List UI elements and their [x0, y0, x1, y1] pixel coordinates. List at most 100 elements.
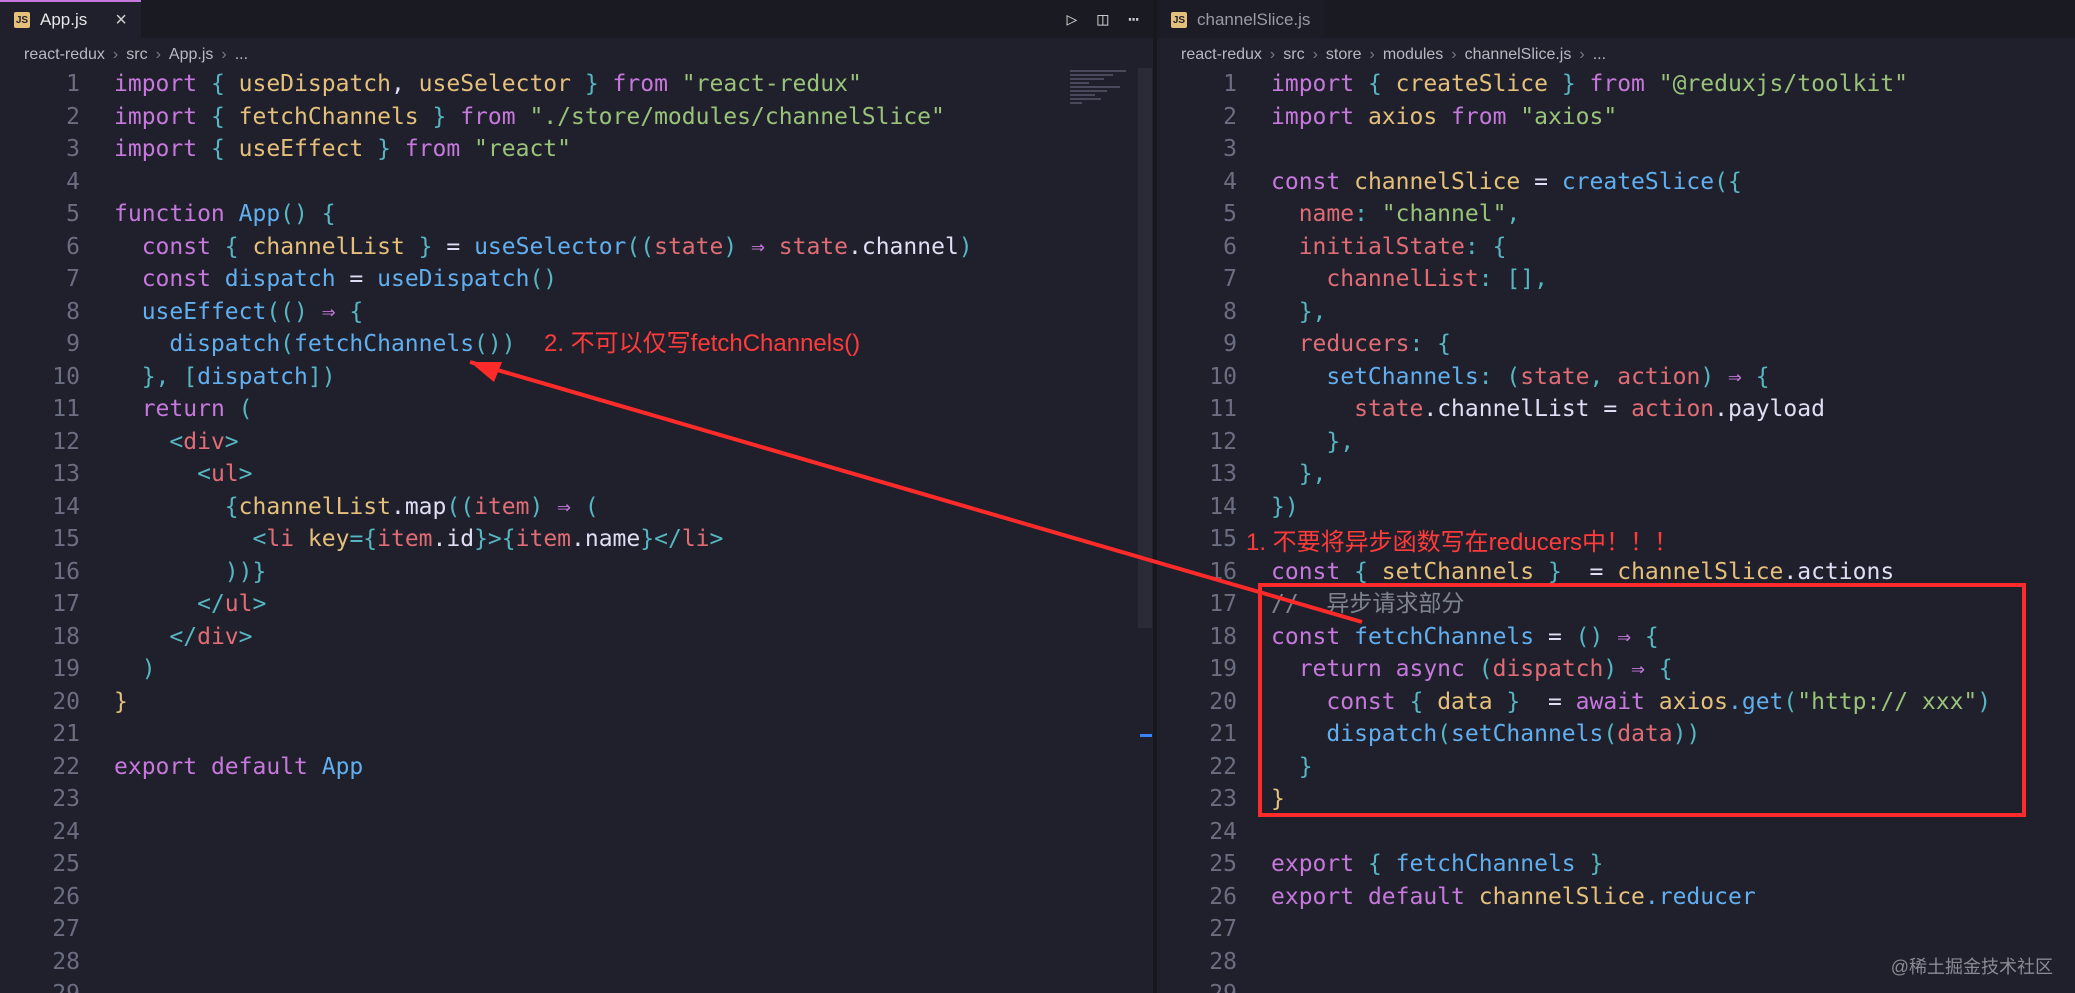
code-line[interactable]: 29 [1157, 978, 1271, 993]
breadcrumb-separator-icon: › [1451, 46, 1457, 63]
code-line[interactable]: 7 channelList: [], [1157, 263, 1548, 295]
line-number: 23 [52, 786, 80, 812]
code-line[interactable]: 28 [0, 946, 114, 978]
code-editor[interactable]: 1 import { useDispatch, useSelector } fro… [0, 68, 1153, 993]
line-number: 17 [1209, 591, 1237, 617]
code-token: ul [210, 461, 239, 487]
code-line[interactable]: 10 setChannels: (state, action) ⇒ { [1157, 361, 1769, 393]
code-line[interactable]: 24 [0, 816, 114, 848]
split-editor-icon[interactable]: ◫ [1097, 9, 1108, 30]
code-line[interactable]: 10 }, [dispatch]) [0, 361, 335, 393]
code-line[interactable]: 18 </div> [0, 621, 252, 653]
tab-app-js[interactable]: JS App.js × [0, 0, 141, 38]
code-token: < [197, 461, 211, 487]
code-token: .actions [1783, 558, 1895, 585]
code-token: }, [1298, 298, 1327, 325]
code-line[interactable]: 14 {channelList.map((item) ⇒ ( [0, 491, 598, 523]
more-icon[interactable]: ⋯ [1128, 9, 1139, 30]
code-line[interactable]: 5 name: "channel", [1157, 198, 1520, 230]
code-token: ⇒ [751, 233, 765, 260]
code-line[interactable]: 17 </ul> [0, 588, 266, 620]
tab-channelslice-js[interactable]: JS channelSlice.js [1157, 0, 1325, 38]
code-text: import { fetchChannels } from "./store/m… [114, 104, 945, 130]
code-line[interactable]: 13 <ul> [0, 458, 252, 490]
breadcrumb-item[interactable]: App.js [169, 46, 213, 64]
code-line[interactable]: 25 export { fetchChannels } [1157, 848, 1603, 880]
code-line[interactable]: 3 import { useEffect } from "react" [0, 133, 571, 165]
code-token: < [169, 428, 184, 455]
code-line[interactable]: 16 ))} [0, 556, 266, 588]
code-text: import { createSlice } from "@reduxjs/to… [1271, 71, 1908, 97]
breadcrumb-separator-icon: › [1269, 46, 1276, 63]
code-token: < [252, 526, 267, 552]
code-line[interactable]: 28 [1157, 946, 1271, 978]
code-line[interactable]: 1 import { useDispatch, useSelector } fro… [0, 68, 862, 100]
code-line[interactable]: 5 function App() { [0, 198, 336, 230]
breadcrumb-item[interactable]: modules [1383, 46, 1443, 64]
breadcrumb-item[interactable]: react-redux [1181, 46, 1262, 64]
code-line[interactable]: 26 export default channelSlice.reducer [1157, 881, 1755, 913]
code-token: useSelector [404, 71, 571, 97]
code-line[interactable]: 22 export default App [0, 751, 363, 783]
code-line[interactable]: 12 <div> [0, 426, 238, 458]
code-token: div [197, 623, 239, 650]
code-line[interactable]: 14}) [1157, 491, 1298, 523]
code-line[interactable]: 12 }, [1157, 426, 1354, 458]
code-line[interactable]: 2 import axios from "axios" [1157, 101, 1617, 133]
code-line[interactable]: 2 import { fetchChannels } from "./store/… [0, 101, 945, 133]
breadcrumb-item[interactable]: react-redux [24, 46, 105, 64]
code-line[interactable]: 11 state.channelList = action.payload [1157, 393, 1825, 425]
code-line[interactable]: 24 [1157, 816, 1271, 848]
code-line[interactable]: 4 const channelSlice = createSlice({ [1157, 166, 1742, 198]
minimap[interactable] [1070, 68, 1132, 128]
breadcrumb-item[interactable]: src [126, 46, 147, 64]
close-icon[interactable]: × [115, 9, 127, 32]
code-token: : { [1464, 233, 1507, 260]
code-line[interactable]: 3 [1157, 133, 1271, 165]
code-token: ({ [1714, 168, 1742, 195]
code-line[interactable]: 27 [0, 913, 114, 945]
code-line[interactable]: 8 }, [1157, 296, 1326, 328]
code-line[interactable]: 9 dispatch(fetchChannels()) [0, 328, 515, 360]
code-line[interactable]: 26 [0, 881, 114, 913]
breadcrumb-item[interactable]: store [1326, 46, 1362, 64]
breadcrumb-item[interactable]: src [1283, 46, 1304, 64]
code-line[interactable]: 8 useEffect(() ⇒ { [0, 296, 363, 328]
code-line[interactable]: 23 [0, 783, 114, 815]
code-token: dispatch [197, 363, 308, 390]
code-line[interactable]: 27 [1157, 913, 1271, 945]
code-line[interactable]: 6 const { channelList } = useSelector((s… [0, 231, 973, 263]
breadcrumb-item[interactable]: ... [235, 46, 248, 64]
code-line[interactable]: 1 import { createSlice } from "@reduxjs/t… [1157, 68, 1908, 100]
code-token: useDispatch [377, 266, 530, 292]
code-line[interactable]: 11 return ( [0, 393, 252, 425]
line-number: 2 [66, 103, 80, 130]
code-token: }>{ [474, 526, 516, 552]
breadcrumb-item[interactable]: channelSlice.js [1465, 46, 1572, 64]
code-line[interactable]: 25 [0, 848, 114, 880]
code-line[interactable]: 9 reducers: { [1157, 328, 1451, 360]
code-token: } [404, 233, 447, 260]
code-text: function App() { [114, 201, 336, 227]
code-token: { [224, 493, 239, 520]
code-line[interactable]: 20} [0, 686, 128, 718]
vertical-scrollbar[interactable] [1138, 68, 1152, 628]
code-token: { [210, 233, 253, 260]
code-line[interactable]: 4 [0, 166, 114, 198]
code-token: ⇒ [321, 298, 336, 325]
code-token: .name [571, 526, 641, 552]
code-line[interactable]: 6 initialState: { [1157, 231, 1506, 263]
code-line[interactable]: 21 [0, 718, 114, 750]
code-line[interactable]: 29 [0, 978, 114, 993]
code-token: , [1506, 201, 1521, 227]
breadcrumb-item[interactable]: ... [1593, 46, 1606, 64]
code-line[interactable]: 19 ) [0, 653, 155, 685]
code-line[interactable]: 15 <li key={item.id}>{item.name}</li> [0, 523, 723, 555]
code-line[interactable]: 7 const dispatch = useDispatch() [0, 263, 557, 295]
line-number: 14 [52, 493, 80, 520]
code-line[interactable]: 13 }, [1157, 458, 1326, 490]
line-number: 28 [52, 948, 80, 975]
run-icon[interactable]: ▷ [1066, 9, 1077, 30]
code-text: }, [1271, 461, 1327, 487]
